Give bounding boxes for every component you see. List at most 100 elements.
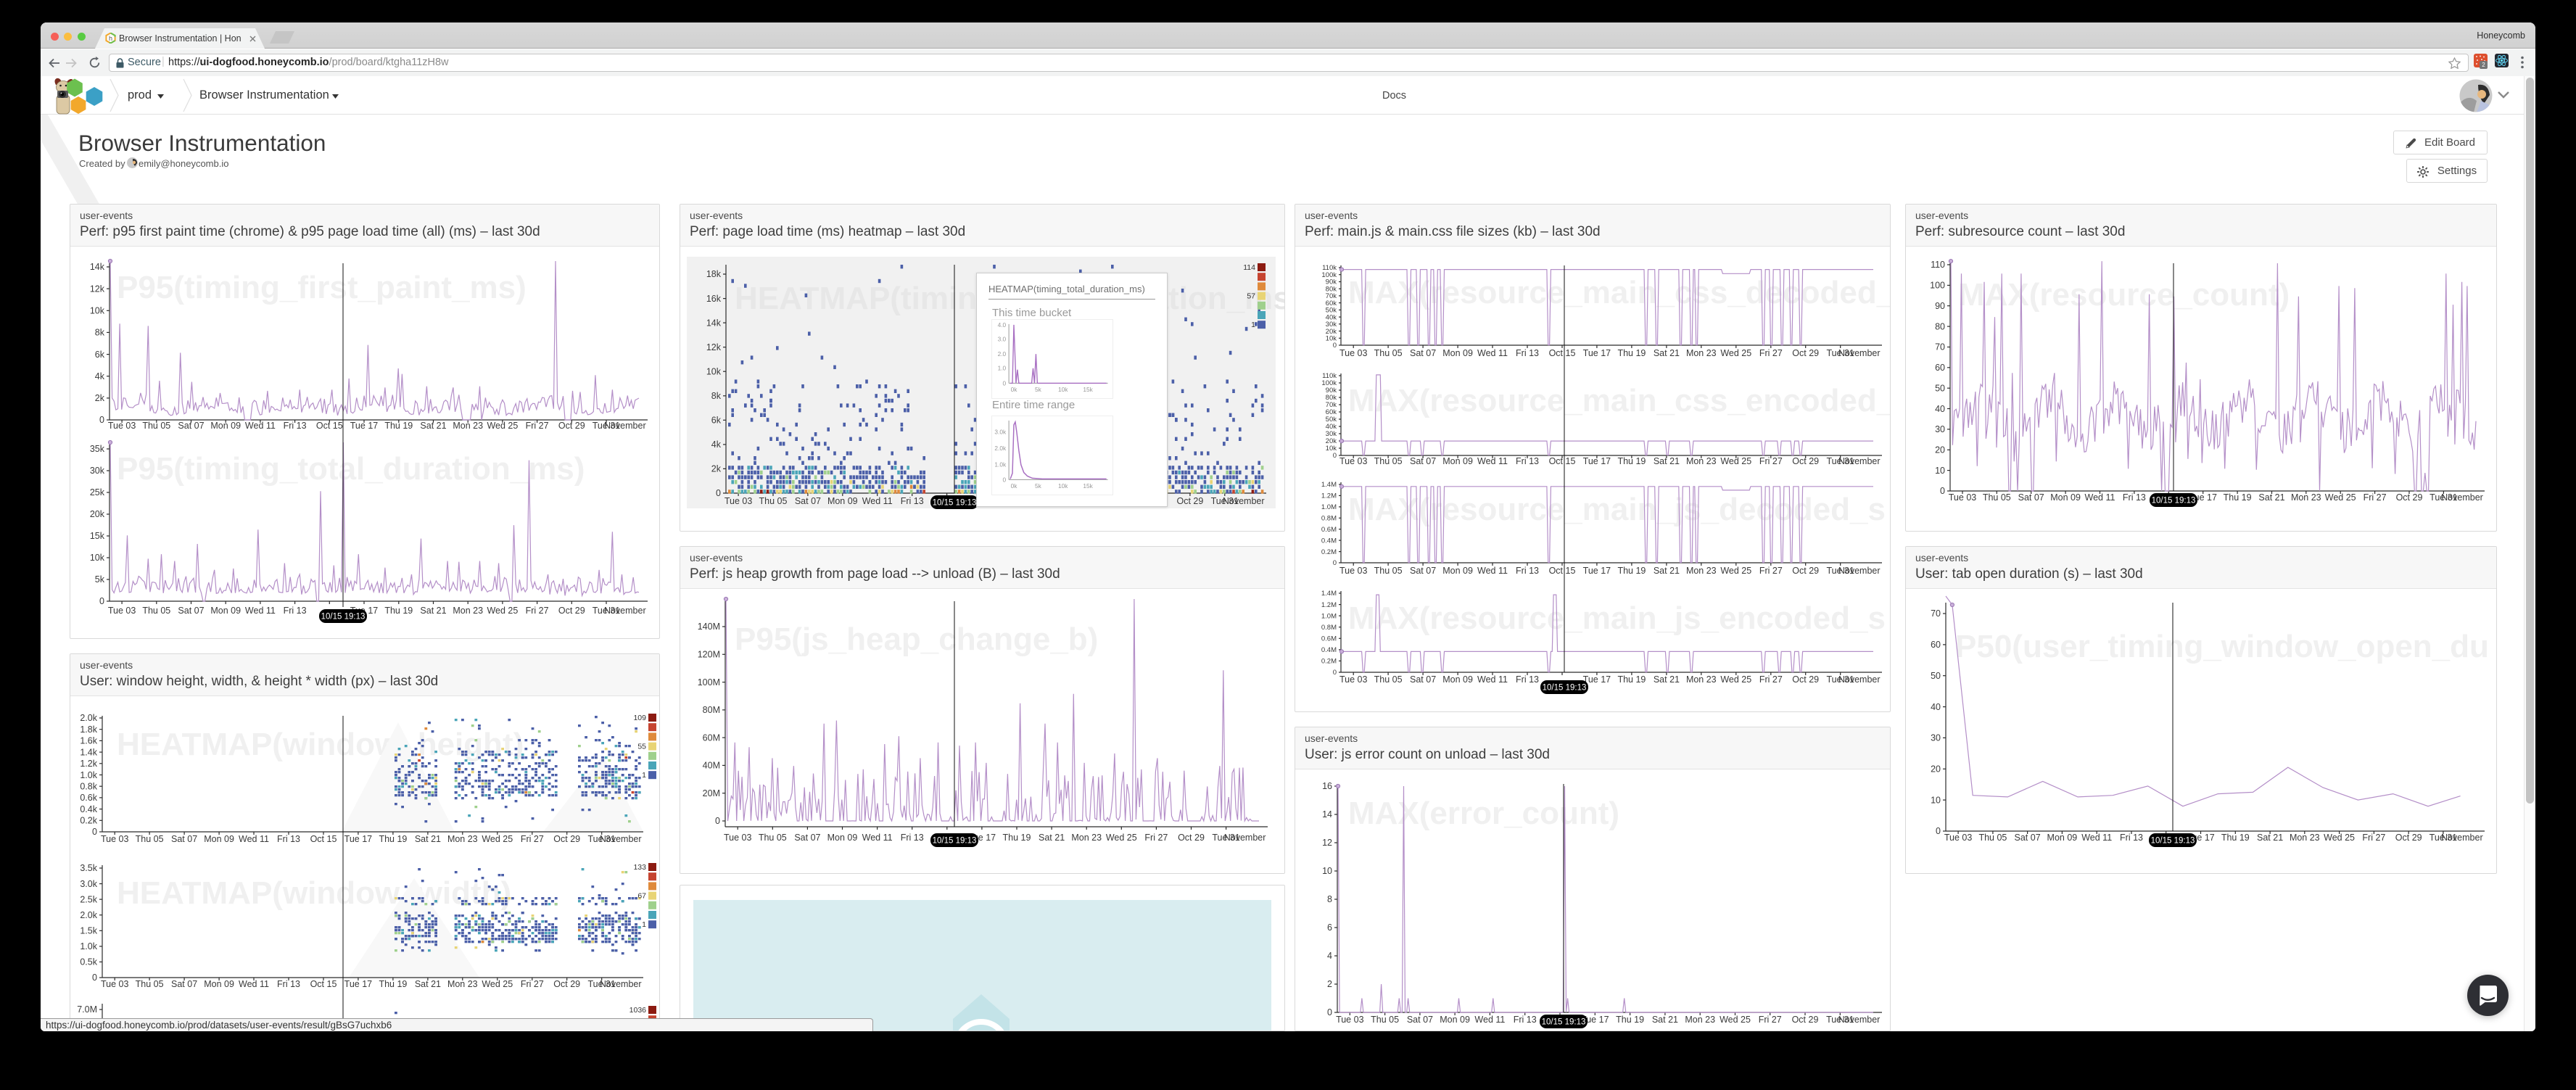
svg-text:Oct 29: Oct 29 — [1792, 566, 1819, 576]
svg-text:3.0: 3.0 — [998, 335, 1007, 342]
svg-text:Wed 11: Wed 11 — [862, 496, 893, 506]
svg-text:100: 100 — [1930, 281, 1945, 291]
svg-text:10: 10 — [1931, 795, 1941, 805]
svg-text:Thu 05: Thu 05 — [1374, 566, 1403, 576]
svg-text:November: November — [604, 421, 646, 431]
svg-text:Mon 23: Mon 23 — [453, 421, 483, 431]
svg-text:57: 57 — [1247, 292, 1255, 301]
svg-text:November: November — [2441, 492, 2483, 503]
svg-text:40M: 40M — [703, 761, 720, 771]
svg-text:Thu 05: Thu 05 — [142, 421, 170, 431]
svg-text:Thu 05: Thu 05 — [1983, 492, 2011, 503]
svg-text:Mon 09: Mon 09 — [1442, 566, 1473, 576]
svg-text:0k: 0k — [1011, 386, 1018, 393]
svg-text:30: 30 — [1935, 424, 1945, 434]
svg-text:67: 67 — [637, 892, 646, 901]
svg-text:Mon 23: Mon 23 — [453, 606, 483, 616]
svg-text:Mon 09: Mon 09 — [204, 979, 234, 989]
svg-text:Fri 27: Fri 27 — [526, 421, 549, 431]
svg-text:Oct 29: Oct 29 — [2395, 833, 2422, 843]
svg-text:Sat 21: Sat 21 — [420, 606, 446, 616]
svg-text:10k: 10k — [1058, 482, 1068, 490]
svg-text:Tue 03: Tue 03 — [101, 979, 129, 989]
svg-text:Mon 23: Mon 23 — [1071, 833, 1102, 843]
svg-text:MAX(resource_count): MAX(resource_count) — [1958, 277, 2290, 313]
svg-text:Wed 11: Wed 11 — [239, 979, 269, 989]
svg-text:50: 50 — [1935, 383, 1945, 393]
svg-text:Sat 07: Sat 07 — [171, 979, 197, 989]
svg-text:Oct 15: Oct 15 — [310, 979, 337, 989]
svg-text:133: 133 — [633, 863, 646, 872]
svg-text:14: 14 — [1322, 809, 1332, 819]
svg-text:Thu 19: Thu 19 — [379, 979, 407, 989]
svg-text:0: 0 — [99, 415, 104, 425]
svg-text:Mon 09: Mon 09 — [827, 496, 858, 506]
svg-text:1.4k: 1.4k — [80, 747, 97, 757]
svg-text:1.0M: 1.0M — [1321, 612, 1337, 620]
svg-text:Mon 23: Mon 23 — [1686, 674, 1717, 685]
svg-text:November: November — [604, 606, 646, 616]
svg-text:3.0k: 3.0k — [80, 879, 97, 889]
svg-text:10k: 10k — [90, 553, 105, 563]
svg-text:0: 0 — [1003, 379, 1007, 387]
svg-text:6k: 6k — [95, 350, 105, 360]
svg-text:0: 0 — [1333, 342, 1337, 350]
svg-text:4.0: 4.0 — [998, 321, 1007, 329]
svg-text:20M: 20M — [703, 788, 720, 798]
svg-text:Wed 25: Wed 25 — [1720, 456, 1751, 466]
svg-text:Thu 05: Thu 05 — [136, 834, 164, 844]
svg-text:HEATMAP(window_width): HEATMAP(window_width) — [117, 875, 511, 911]
svg-text:10k: 10k — [1058, 386, 1068, 393]
svg-text:Fri 27: Fri 27 — [526, 606, 549, 616]
svg-text:100M: 100M — [698, 677, 720, 688]
svg-text:Oct 15: Oct 15 — [1549, 456, 1576, 466]
svg-text:20: 20 — [1935, 445, 1945, 455]
svg-text:80: 80 — [1935, 321, 1945, 331]
svg-text:Wed 25: Wed 25 — [482, 834, 513, 844]
svg-text:Wed 25: Wed 25 — [482, 979, 513, 989]
svg-text:Mon 23: Mon 23 — [1685, 1015, 1715, 1025]
svg-text:Tue 03: Tue 03 — [724, 833, 752, 843]
svg-text:Fri 27: Fri 27 — [1144, 833, 1168, 843]
svg-text:2.0: 2.0 — [998, 350, 1007, 358]
svg-text:0: 0 — [92, 973, 97, 983]
svg-text:Fri 27: Fri 27 — [1759, 456, 1783, 466]
svg-text:Tue 03: Tue 03 — [1949, 492, 1977, 503]
svg-text:0k: 0k — [1011, 482, 1018, 490]
svg-text:Thu 19: Thu 19 — [1617, 566, 1646, 576]
svg-text:Fri 27: Fri 27 — [1759, 1015, 1782, 1025]
svg-text:Tue 17: Tue 17 — [344, 834, 373, 844]
svg-text:Wed 25: Wed 25 — [1106, 833, 1137, 843]
svg-text:10k: 10k — [90, 306, 105, 316]
svg-text:0.5k: 0.5k — [80, 957, 97, 967]
svg-text:h: h — [109, 35, 112, 42]
svg-text:25k: 25k — [90, 487, 105, 497]
svg-text:Tue 03: Tue 03 — [1339, 674, 1368, 685]
svg-text:10/15 19:13: 10/15 19:13 — [2151, 837, 2195, 846]
svg-text:0: 0 — [1936, 826, 1941, 836]
svg-text:Fri 27: Fri 27 — [1759, 566, 1783, 576]
svg-text:1.0k: 1.0k — [994, 461, 1007, 468]
svg-text:70: 70 — [1931, 608, 1941, 619]
svg-text:8: 8 — [1327, 894, 1332, 904]
svg-text:Sat 07: Sat 07 — [178, 606, 204, 616]
svg-text:120M: 120M — [698, 650, 720, 660]
svg-text:P95(timing_first_paint_ms): P95(timing_first_paint_ms) — [117, 270, 527, 305]
svg-text:55: 55 — [637, 743, 646, 751]
svg-text:Sat 21: Sat 21 — [415, 979, 441, 989]
svg-text:MAX(resource_main_css_encoded_: MAX(resource_main_css_encoded_ — [1348, 383, 1891, 418]
svg-text:0.2k: 0.2k — [80, 816, 97, 826]
svg-text:Fri 27: Fri 27 — [2364, 492, 2387, 503]
svg-text:November: November — [600, 979, 642, 989]
svg-text:Oct 29: Oct 29 — [1178, 833, 1205, 843]
svg-text:10/15 19:13: 10/15 19:13 — [321, 613, 366, 622]
svg-text:Sat 21: Sat 21 — [1654, 674, 1680, 685]
svg-text:0: 0 — [1003, 476, 1007, 483]
svg-text:Mon 23: Mon 23 — [447, 834, 478, 844]
svg-text:November: November — [1838, 348, 1881, 358]
svg-text:Mon 09: Mon 09 — [204, 834, 234, 844]
svg-text:60: 60 — [1935, 363, 1945, 373]
svg-text:109: 109 — [633, 714, 646, 722]
svg-text:Wed 11: Wed 11 — [1474, 1015, 1505, 1025]
svg-text:Fri 13: Fri 13 — [277, 834, 300, 844]
